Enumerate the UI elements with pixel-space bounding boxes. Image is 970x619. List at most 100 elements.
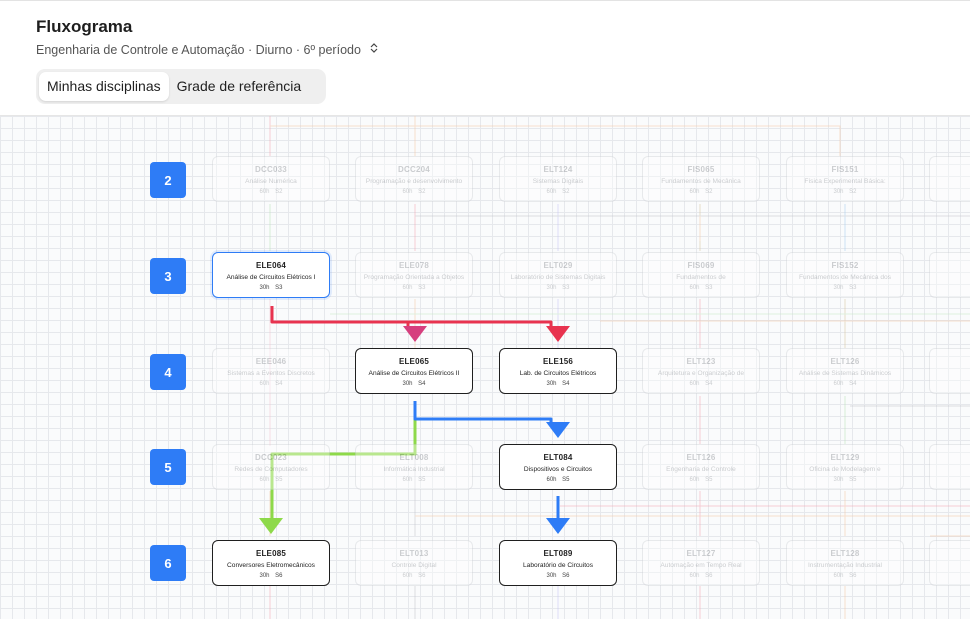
chevron-up-down-icon <box>370 43 378 56</box>
course-hours: 60h <box>833 573 844 579</box>
course-code: ELT124 <box>543 165 573 174</box>
course-card[interactable]: ELT029 Laboratório de Sistemas Digitais 30… <box>499 252 617 298</box>
course-code: FIS151 <box>831 165 859 174</box>
course-code: DCC204 <box>398 165 430 174</box>
course-card[interactable]: Física E <box>929 252 970 298</box>
course-term: S4 <box>705 381 713 387</box>
page-header: Fluxograma Engenharia de Controle e Auto… <box>0 0 970 116</box>
course-name: Informática Industrial <box>383 466 445 473</box>
course-card[interactable]: FIS152 Fundamentos de Mecânica dos 30h S3 <box>786 252 904 298</box>
course-meta: 60h S2 <box>213 189 329 195</box>
course-name: Redes de Computadores <box>234 466 308 473</box>
course-code: ELT013 <box>399 549 429 558</box>
course-name: Engenharia de Controle e Automação · Diu… <box>36 43 293 57</box>
course-card[interactable]: ELT126 Engenharia de Controle 60h S5 <box>642 444 760 490</box>
course-card[interactable]: ELE065 Análise de Circuitos Elétricos II 3… <box>355 348 473 394</box>
course-card[interactable]: DCC204 Programação e desenvolvimento 60h S… <box>355 156 473 202</box>
course-term: S5 <box>849 477 857 483</box>
course-card[interactable]: ELE078 Programação Orientada a Objetos 60h… <box>355 252 473 298</box>
course-card[interactable]: ELT128 Instrumentação Industrial 60h S6 <box>786 540 904 586</box>
course-card[interactable]: Cálculo D <box>929 156 970 202</box>
course-meta: 60h S4 <box>787 381 903 387</box>
course-code: DCC023 <box>255 453 287 462</box>
course-code: ELT008 <box>399 453 429 462</box>
course-name: Fundamentos de Mecânica dos <box>798 274 891 281</box>
tab-grade-referencia[interactable]: Grade de referência <box>169 72 310 101</box>
course-term: S5 <box>418 477 426 483</box>
course-name: Programação Orientada a Objetos <box>363 274 465 281</box>
course-name: Engenharia de Controle <box>666 466 736 473</box>
course-card[interactable]: ELT127 Automação em Tempo Real 60h S6 <box>642 540 760 586</box>
course-card[interactable]: ELE064 Análise de Circuitos Elétricos I 30… <box>212 252 330 298</box>
course-term: S4 <box>418 381 426 387</box>
course-term: S6 <box>418 573 426 579</box>
period-marker-5: 5 <box>150 449 186 485</box>
course-card[interactable]: Funda <box>929 348 970 394</box>
period-label: · 6º período <box>295 43 361 57</box>
course-name: Lab. de Circuitos Elétricos <box>519 370 597 377</box>
page-title: Fluxograma <box>36 17 133 36</box>
course-hours: 60h <box>402 573 413 579</box>
course-code: ELT128 <box>830 549 860 558</box>
course-term: S2 <box>705 189 713 195</box>
course-term: S3 <box>849 285 857 291</box>
course-hours: 60h <box>689 573 700 579</box>
course-code: ELT029 <box>543 261 573 270</box>
course-card[interactable]: Fundame <box>929 444 970 490</box>
course-term: S2 <box>849 189 857 195</box>
course-card[interactable]: Fenôm <box>929 540 970 586</box>
course-code: FIS069 <box>687 261 715 270</box>
course-hours: 60h <box>259 477 270 483</box>
course-name: Instrumentação Industrial <box>807 562 883 569</box>
course-meta: 60h S3 <box>643 285 759 291</box>
course-card[interactable]: ELT084 Dispositivos e Circuitos 60h S5 <box>499 444 617 490</box>
period-marker-3: 3 <box>150 258 186 294</box>
course-card[interactable]: ELT126 Análise de Sistemas Dinâmicos 60h S… <box>786 348 904 394</box>
course-term: S5 <box>705 477 713 483</box>
course-name: Funda <box>930 357 970 364</box>
course-hours: 60h <box>546 477 557 483</box>
course-card[interactable]: ELT129 Oficina de Modelagem e 30h S5 <box>786 444 904 490</box>
course-code: DCC033 <box>255 165 287 174</box>
course-card[interactable]: DCC033 Análise Numérica 60h S2 <box>212 156 330 202</box>
course-code: FIS065 <box>687 165 715 174</box>
course-card[interactable]: FIS151 Física Experimental Básica: 30h S2 <box>786 156 904 202</box>
course-term: S3 <box>275 285 283 291</box>
course-code: ELT126 <box>686 453 716 462</box>
course-meta: 60h S2 <box>356 189 472 195</box>
course-card[interactable]: ELT123 Arquitetura e Organização de 60h S4 <box>642 348 760 394</box>
course-meta: 60h S6 <box>356 573 472 579</box>
course-card[interactable]: ELE085 Conversores Eletromecânicos 30h S6 <box>212 540 330 586</box>
course-name: Análise de Sistemas Dinâmicos <box>798 370 892 377</box>
course-card[interactable]: EEE046 Sistemas a Eventos Discretos 60h S4 <box>212 348 330 394</box>
course-name: Controle Digital <box>391 562 437 569</box>
course-card[interactable]: FIS069 Fundamentos de 60h S3 <box>642 252 760 298</box>
course-hours: 30h <box>833 477 844 483</box>
course-meta: 30h S3 <box>787 285 903 291</box>
course-hours: 30h <box>546 381 557 387</box>
course-code: EEE046 <box>255 357 287 366</box>
flowchart-canvas[interactable]: 2 3 4 5 6 DCC033 Análise Numérica 60h S2 DC… <box>0 116 970 619</box>
course-name: Laboratório de Circuitos <box>522 562 593 569</box>
course-card[interactable]: ELT124 Sistemas Digitais 60h S2 <box>499 156 617 202</box>
course-card[interactable]: FIS065 Fundamentos de Mecânica 60h S2 <box>642 156 760 202</box>
course-card[interactable]: ELE156 Lab. de Circuitos Elétricos 30h S4 <box>499 348 617 394</box>
course-code: ELT123 <box>686 357 716 366</box>
course-hours: 30h <box>259 285 270 291</box>
course-name: Cálculo D <box>930 165 970 172</box>
course-card[interactable]: ELT008 Informática Industrial 60h S5 <box>355 444 473 490</box>
course-selector[interactable]: Engenharia de Controle e Automação · Diu… <box>36 43 378 57</box>
course-hours: 30h <box>259 573 270 579</box>
tab-minhas-disciplinas[interactable]: Minhas disciplinas <box>39 72 169 101</box>
course-card[interactable]: DCC023 Redes de Computadores 60h S5 <box>212 444 330 490</box>
course-name: Laboratório de Sistemas Digitais <box>510 274 606 281</box>
course-card[interactable]: ELT089 Laboratório de Circuitos 30h S6 <box>499 540 617 586</box>
view-toggle: Minhas disciplinas Grade de referência <box>36 69 326 104</box>
course-name: Sistemas a Eventos Discretos <box>227 370 315 377</box>
course-meta: 60h S2 <box>643 189 759 195</box>
course-term: S4 <box>275 381 283 387</box>
course-card[interactable]: ELT013 Controle Digital 60h S6 <box>355 540 473 586</box>
course-name: Dispositivos e Circuitos <box>523 466 593 473</box>
course-hours: 60h <box>402 189 413 195</box>
course-term: S2 <box>275 189 283 195</box>
